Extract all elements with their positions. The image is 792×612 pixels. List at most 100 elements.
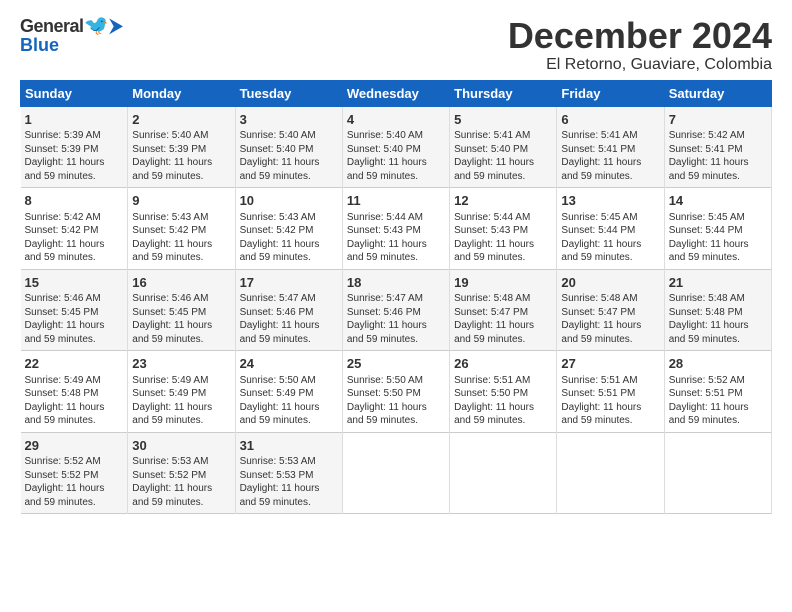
daylight: Daylight: 11 hours and 59 minutes. [25,483,105,508]
sunset: Sunset: 5:50 PM [454,388,528,399]
daylight: Daylight: 11 hours and 59 minutes. [454,320,534,345]
sunrise: Sunrise: 5:47 AM [240,293,316,304]
calendar-cell-w3-d7: 21 Sunrise: 5:48 AM Sunset: 5:48 PM Dayl… [664,269,771,351]
sunset: Sunset: 5:47 PM [454,307,528,318]
sunset: Sunset: 5:40 PM [240,144,314,155]
sunrise: Sunrise: 5:51 AM [561,375,637,386]
sunset: Sunset: 5:43 PM [454,225,528,236]
sunrise: Sunrise: 5:46 AM [132,293,208,304]
daylight: Daylight: 11 hours and 59 minutes. [347,157,427,182]
sunset: Sunset: 5:42 PM [132,225,206,236]
calendar-cell-w4-d6: 27 Sunrise: 5:51 AM Sunset: 5:51 PM Dayl… [557,351,664,433]
header-sunday: Sunday [21,80,128,106]
day-number: 19 [454,274,552,292]
sunrise: Sunrise: 5:52 AM [669,375,745,386]
daylight: Daylight: 11 hours and 59 minutes. [25,157,105,182]
daylight: Daylight: 11 hours and 59 minutes. [240,402,320,427]
calendar-cell-w1-d2: 2 Sunrise: 5:40 AM Sunset: 5:39 PM Dayli… [128,106,235,188]
calendar-cell-w5-d1: 29 Sunrise: 5:52 AM Sunset: 5:52 PM Dayl… [21,432,128,514]
sunset: Sunset: 5:44 PM [561,225,635,236]
day-number: 27 [561,355,659,373]
day-number: 2 [132,111,230,129]
calendar-cell-w1-d4: 4 Sunrise: 5:40 AM Sunset: 5:40 PM Dayli… [342,106,449,188]
day-number: 13 [561,192,659,210]
day-number: 28 [669,355,767,373]
calendar-cell-w1-d7: 7 Sunrise: 5:42 AM Sunset: 5:41 PM Dayli… [664,106,771,188]
daylight: Daylight: 11 hours and 59 minutes. [669,157,749,182]
daylight: Daylight: 11 hours and 59 minutes. [561,320,641,345]
day-number: 29 [25,437,124,455]
page: General ⮜🐦 Blue December 2024 El Retorno… [0,0,792,612]
sunset: Sunset: 5:48 PM [669,307,743,318]
sunrise: Sunrise: 5:43 AM [132,212,208,223]
calendar-cell-w2-d4: 11 Sunrise: 5:44 AM Sunset: 5:43 PM Dayl… [342,188,449,270]
daylight: Daylight: 11 hours and 59 minutes. [132,320,212,345]
daylight: Daylight: 11 hours and 59 minutes. [132,157,212,182]
daylight: Daylight: 11 hours and 59 minutes. [669,402,749,427]
calendar-week-4: 22 Sunrise: 5:49 AM Sunset: 5:48 PM Dayl… [21,351,772,433]
calendar-table: Sunday Monday Tuesday Wednesday Thursday… [20,80,772,515]
daylight: Daylight: 11 hours and 59 minutes. [25,239,105,264]
calendar-cell-w2-d3: 10 Sunrise: 5:43 AM Sunset: 5:42 PM Dayl… [235,188,342,270]
calendar-cell-w5-d4 [342,432,449,514]
daylight: Daylight: 11 hours and 59 minutes. [669,239,749,264]
calendar-cell-w5-d3: 31 Sunrise: 5:53 AM Sunset: 5:53 PM Dayl… [235,432,342,514]
title-block: December 2024 El Retorno, Guaviare, Colo… [508,16,772,74]
sunset: Sunset: 5:53 PM [240,470,314,481]
day-number: 23 [132,355,230,373]
calendar-week-1: 1 Sunrise: 5:39 AM Sunset: 5:39 PM Dayli… [21,106,772,188]
sunset: Sunset: 5:50 PM [347,388,421,399]
day-number: 25 [347,355,445,373]
logo-bird-icon: ⮜🐦 [84,16,123,36]
sunrise: Sunrise: 5:44 AM [454,212,530,223]
calendar-cell-w3-d4: 18 Sunrise: 5:47 AM Sunset: 5:46 PM Dayl… [342,269,449,351]
sunrise: Sunrise: 5:43 AM [240,212,316,223]
sunset: Sunset: 5:52 PM [25,470,99,481]
sunrise: Sunrise: 5:50 AM [240,375,316,386]
calendar-cell-w2-d7: 14 Sunrise: 5:45 AM Sunset: 5:44 PM Dayl… [664,188,771,270]
day-number: 21 [669,274,767,292]
sunrise: Sunrise: 5:53 AM [240,456,316,467]
sunrise: Sunrise: 5:40 AM [132,130,208,141]
day-number: 11 [347,192,445,210]
calendar-cell-w4-d1: 22 Sunrise: 5:49 AM Sunset: 5:48 PM Dayl… [21,351,128,433]
sunrise: Sunrise: 5:42 AM [25,212,101,223]
sunset: Sunset: 5:52 PM [132,470,206,481]
sunrise: Sunrise: 5:41 AM [561,130,637,141]
sunrise: Sunrise: 5:49 AM [25,375,101,386]
sunrise: Sunrise: 5:53 AM [132,456,208,467]
day-number: 6 [561,111,659,129]
calendar-cell-w4-d2: 23 Sunrise: 5:49 AM Sunset: 5:49 PM Dayl… [128,351,235,433]
calendar-cell-w2-d1: 8 Sunrise: 5:42 AM Sunset: 5:42 PM Dayli… [21,188,128,270]
calendar-cell-w3-d3: 17 Sunrise: 5:47 AM Sunset: 5:46 PM Dayl… [235,269,342,351]
sunrise: Sunrise: 5:48 AM [669,293,745,304]
sunrise: Sunrise: 5:48 AM [454,293,530,304]
calendar-cell-w5-d6 [557,432,664,514]
day-number: 10 [240,192,338,210]
day-number: 15 [25,274,124,292]
logo: General ⮜🐦 Blue [20,16,123,54]
sunrise: Sunrise: 5:47 AM [347,293,423,304]
sunrise: Sunrise: 5:48 AM [561,293,637,304]
daylight: Daylight: 11 hours and 59 minutes. [25,320,105,345]
daylight: Daylight: 11 hours and 59 minutes. [454,402,534,427]
sunset: Sunset: 5:46 PM [347,307,421,318]
daylight: Daylight: 11 hours and 59 minutes. [240,483,320,508]
calendar-cell-w4-d4: 25 Sunrise: 5:50 AM Sunset: 5:50 PM Dayl… [342,351,449,433]
sunset: Sunset: 5:43 PM [347,225,421,236]
day-number: 8 [25,192,124,210]
calendar-cell-w2-d6: 13 Sunrise: 5:45 AM Sunset: 5:44 PM Dayl… [557,188,664,270]
sunrise: Sunrise: 5:45 AM [669,212,745,223]
day-number: 4 [347,111,445,129]
calendar-cell-w3-d2: 16 Sunrise: 5:46 AM Sunset: 5:45 PM Dayl… [128,269,235,351]
calendar-cell-w3-d1: 15 Sunrise: 5:46 AM Sunset: 5:45 PM Dayl… [21,269,128,351]
daylight: Daylight: 11 hours and 59 minutes. [454,157,534,182]
calendar-week-5: 29 Sunrise: 5:52 AM Sunset: 5:52 PM Dayl… [21,432,772,514]
day-number: 14 [669,192,767,210]
sunset: Sunset: 5:47 PM [561,307,635,318]
logo-blue-text: Blue [20,36,59,54]
header-friday: Friday [557,80,664,106]
day-number: 1 [25,111,124,129]
day-number: 31 [240,437,338,455]
day-number: 16 [132,274,230,292]
